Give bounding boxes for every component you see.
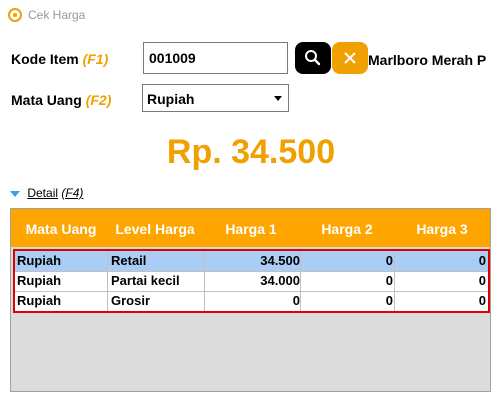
cell-mata-uang: Rupiah xyxy=(17,253,62,268)
chevron-down-icon xyxy=(274,96,282,101)
close-icon xyxy=(344,52,356,64)
kode-item-hotkey: (F1) xyxy=(82,51,109,67)
item-name: Marlboro Merah P xyxy=(368,52,487,68)
detail-toggle[interactable]: Detail (F4) xyxy=(10,186,83,200)
mata-uang-value: Rupiah xyxy=(147,91,195,107)
cell-level-harga: Partai kecil xyxy=(111,273,180,288)
cell-harga-1: 34.000 xyxy=(260,273,300,288)
header-harga-1[interactable]: Harga 1 xyxy=(203,221,299,237)
app-icon xyxy=(8,8,22,22)
column-divider xyxy=(300,251,301,311)
row-divider xyxy=(15,271,488,272)
cell-mata-uang: Rupiah xyxy=(17,293,62,308)
mata-uang-select[interactable]: Rupiah xyxy=(142,84,289,112)
mata-uang-label-text: Mata Uang xyxy=(11,92,82,108)
price-display: Rp. 34.500 xyxy=(166,133,336,171)
cell-harga-3: 0 xyxy=(478,293,486,308)
window-title: Cek Harga xyxy=(28,8,86,22)
cell-harga-1: 0 xyxy=(292,293,300,308)
header-level-harga[interactable]: Level Harga xyxy=(107,221,203,237)
column-divider xyxy=(204,251,205,311)
column-divider xyxy=(107,251,108,311)
header-harga-3[interactable]: Harga 3 xyxy=(395,221,489,237)
cell-level-harga: Retail xyxy=(111,253,147,268)
clear-button[interactable] xyxy=(332,42,368,74)
row-divider xyxy=(15,291,488,292)
detail-label: Detail xyxy=(27,186,59,200)
kode-item-label-text: Kode Item xyxy=(11,51,79,67)
header-harga-2[interactable]: Harga 2 xyxy=(299,221,395,237)
column-divider xyxy=(394,251,395,311)
cell-harga-2: 0 xyxy=(385,253,393,268)
detail-hotkey: (F4) xyxy=(61,186,84,200)
grid-header: Mata Uang Level Harga Harga 1 Harga 2 Ha… xyxy=(11,209,490,247)
kode-item-input[interactable] xyxy=(143,42,288,74)
table-row[interactable]: Rupiah Partai kecil 34.000 0 0 xyxy=(15,271,488,291)
cell-harga-2: 0 xyxy=(385,273,393,288)
cell-harga-1: 34.500 xyxy=(260,253,300,268)
cell-harga-3: 0 xyxy=(478,273,486,288)
mata-uang-hotkey: (F2) xyxy=(85,92,112,108)
price-grid: Mata Uang Level Harga Harga 1 Harga 2 Ha… xyxy=(10,208,491,392)
header-mata-uang[interactable]: Mata Uang xyxy=(15,221,107,237)
cell-mata-uang: Rupiah xyxy=(17,273,62,288)
cell-harga-2: 0 xyxy=(385,293,393,308)
mata-uang-label: Mata Uang (F2) xyxy=(11,92,111,108)
price-rows: Rupiah Retail 34.500 0 0 Rupiah Partai k… xyxy=(13,249,490,313)
search-button[interactable] xyxy=(295,42,331,74)
kode-item-label: Kode Item (F1) xyxy=(11,51,108,67)
cell-harga-3: 0 xyxy=(478,253,486,268)
title-bar: Cek Harga xyxy=(0,0,502,30)
table-row[interactable]: Rupiah Grosir 0 0 0 xyxy=(15,291,488,311)
cell-level-harga: Grosir xyxy=(111,293,151,308)
triangle-down-icon xyxy=(10,190,20,197)
search-icon xyxy=(305,50,321,66)
table-row[interactable]: Rupiah Retail 34.500 0 0 xyxy=(15,251,488,271)
